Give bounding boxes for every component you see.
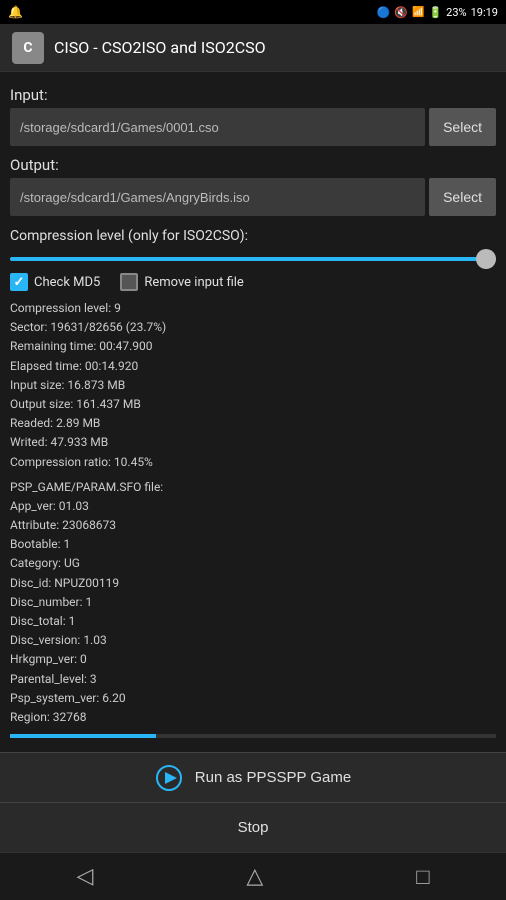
- app-icon: C: [12, 32, 44, 64]
- compression-slider[interactable]: [10, 257, 496, 261]
- log-attribute: Attribute: 23068673: [10, 516, 496, 535]
- output-file-field[interactable]: [10, 178, 425, 216]
- options-row: ✓ Check MD5 Remove input file: [10, 273, 496, 291]
- input-row: Select: [10, 108, 496, 146]
- run-ppsspp-button[interactable]: Run as PPSSPP Game: [0, 752, 506, 802]
- log-output-size: Output size: 161.437 MB: [10, 395, 496, 414]
- volume-icon: 🔇: [394, 6, 408, 19]
- log-readed: Readed: 2.89 MB: [10, 414, 496, 433]
- nav-bar: ◁ △ □: [0, 852, 506, 900]
- log-hrkgmp-ver: Hrkgmp_ver: 0: [10, 650, 496, 669]
- slider-container: [10, 250, 496, 265]
- log-compression-level: Compression level: 9: [10, 299, 496, 318]
- recent-button[interactable]: □: [396, 856, 449, 898]
- check-md5-checkmark: ✓: [14, 275, 25, 290]
- log-writed: Writed: 47.933 MB: [10, 433, 496, 452]
- check-md5-label: Check MD5: [34, 275, 100, 290]
- output-label: Output:: [10, 156, 496, 174]
- main-content: Input: Select Output: Select Compression…: [0, 72, 506, 748]
- battery-icon: 🔋: [428, 6, 442, 19]
- progress-bar: [10, 734, 156, 738]
- title-bar: C CISO - CSO2ISO and ISO2CSO: [0, 24, 506, 72]
- log-region: Region: 32768: [10, 708, 496, 727]
- log-disc-version: Disc_version: 1.03: [10, 631, 496, 650]
- run-ppsspp-label: Run as PPSSPP Game: [195, 769, 351, 786]
- input-select-button[interactable]: Select: [429, 108, 496, 146]
- log-psp-header: PSP_GAME/PARAM.SFO file:: [10, 478, 496, 497]
- progress-container: [10, 734, 496, 738]
- home-button[interactable]: △: [226, 856, 283, 897]
- notification-icon: 🔔: [8, 5, 23, 19]
- log-app-ver: App_ver: 01.03: [10, 497, 496, 516]
- log-disc-id: Disc_id: NPUZ00119: [10, 574, 496, 593]
- log-parental-level: Parental_level: 3: [10, 670, 496, 689]
- log-disc-total: Disc_total: 1: [10, 612, 496, 631]
- remove-input-label: Remove input file: [144, 275, 244, 290]
- output-row: Select: [10, 178, 496, 216]
- log-remaining-time: Remaining time: 00:47.900: [10, 337, 496, 356]
- stop-button[interactable]: Stop: [0, 802, 506, 852]
- status-bar: 🔔 🔵 🔇 📶 🔋 23% 19:19: [0, 0, 506, 24]
- remove-input-checkbox[interactable]: [120, 273, 138, 291]
- check-md5-checkbox[interactable]: ✓: [10, 273, 28, 291]
- battery-percent: 23%: [446, 6, 466, 19]
- app-icon-letter: C: [23, 40, 32, 56]
- log-bootable: Bootable: 1: [10, 535, 496, 554]
- status-right-icons: 🔵 🔇 📶 🔋 23% 19:19: [377, 6, 498, 19]
- log-area: Compression level: 9 Sector: 19631/82656…: [10, 299, 496, 730]
- ppsspp-icon: [155, 764, 183, 792]
- signal-icon: 📶: [412, 7, 424, 18]
- log-category: Category: UG: [10, 554, 496, 573]
- check-md5-option[interactable]: ✓ Check MD5: [10, 273, 100, 291]
- compression-label: Compression level (only for ISO2CSO):: [10, 228, 496, 244]
- status-time: 19:19: [471, 6, 498, 19]
- bluetooth-icon: 🔵: [377, 6, 391, 19]
- bottom-buttons: Run as PPSSPP Game Stop: [0, 748, 506, 852]
- stop-label: Stop: [238, 819, 269, 836]
- input-file-field[interactable]: [10, 108, 425, 146]
- log-psp-system-ver: Psp_system_ver: 6.20: [10, 689, 496, 708]
- log-elapsed-time: Elapsed time: 00:14.920: [10, 357, 496, 376]
- output-select-button[interactable]: Select: [429, 178, 496, 216]
- input-label: Input:: [10, 86, 496, 104]
- back-button[interactable]: ◁: [56, 856, 113, 897]
- log-disc-number: Disc_number: 1: [10, 593, 496, 612]
- status-left-icons: 🔔: [8, 5, 23, 19]
- log-compression-ratio: Compression ratio: 10.45%: [10, 453, 496, 472]
- log-title: Title: AngryBirds: [10, 727, 496, 730]
- remove-input-option[interactable]: Remove input file: [120, 273, 244, 291]
- log-sector: Sector: 19631/82656 (23.7%): [10, 318, 496, 337]
- log-input-size: Input size: 16.873 MB: [10, 376, 496, 395]
- app-title: CISO - CSO2ISO and ISO2CSO: [54, 38, 266, 57]
